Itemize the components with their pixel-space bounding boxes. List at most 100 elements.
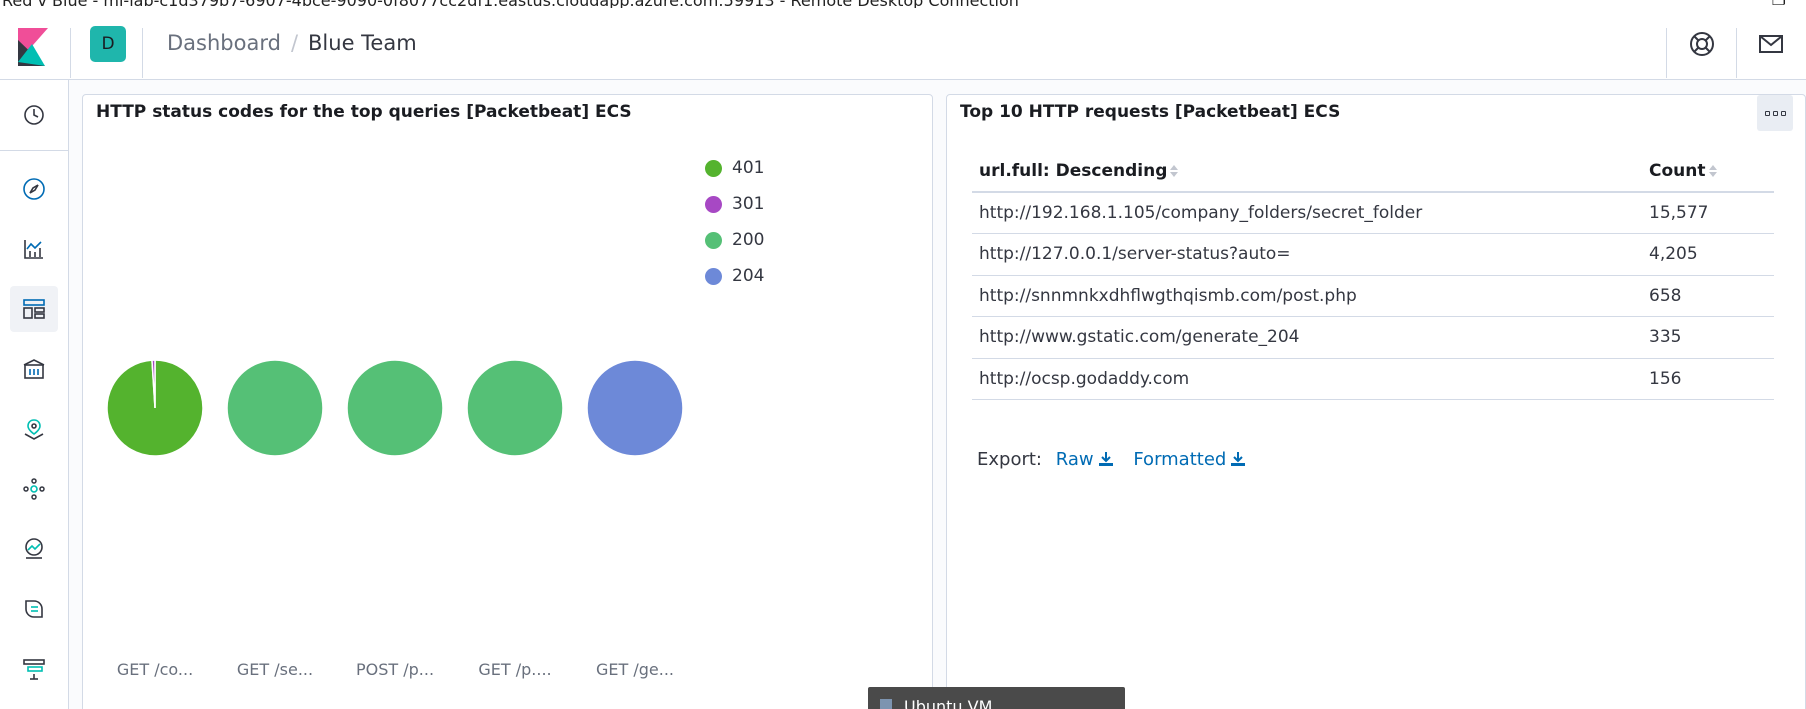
legend-label: 204 bbox=[732, 266, 765, 286]
table-header-row: url.full: Descending Count bbox=[972, 150, 1774, 193]
taskbar-preview[interactable]: Ubuntu VM bbox=[868, 687, 1125, 709]
download-icon bbox=[1098, 452, 1113, 466]
canvas-icon bbox=[23, 359, 45, 379]
header-divider bbox=[70, 28, 71, 78]
export-raw-link[interactable]: Raw bbox=[1056, 449, 1114, 470]
nav-apm[interactable] bbox=[10, 646, 58, 692]
table-row: http://ocsp.godaddy.com 156 bbox=[972, 358, 1774, 400]
pie-label: POST /p... bbox=[355, 660, 435, 679]
cell-url[interactable]: http://127.0.0.1/server-status?auto= bbox=[972, 233, 1642, 276]
pie-slice-200[interactable] bbox=[226, 359, 324, 457]
cell-count: 4,205 bbox=[1642, 233, 1774, 276]
legend-item[interactable]: 301 bbox=[705, 186, 764, 222]
rdp-title-bar: Red v Blue - ml-lab-c1d379b7-6907-4bce-9… bbox=[0, 0, 1806, 8]
rdp-title-text: Red v Blue - ml-lab-c1d379b7-6907-4bce-9… bbox=[2, 0, 1019, 8]
kibana-logo-icon[interactable] bbox=[18, 28, 50, 66]
legend-label: 200 bbox=[732, 230, 765, 250]
cell-count: 335 bbox=[1642, 316, 1774, 359]
pie-4[interactable] bbox=[466, 359, 564, 457]
legend-swatch bbox=[705, 159, 722, 177]
legend-swatch bbox=[705, 267, 722, 285]
export-formatted-link[interactable]: Formatted bbox=[1133, 449, 1246, 470]
header-divider bbox=[1736, 28, 1737, 78]
breadcrumb-dashboard[interactable]: Dashboard bbox=[167, 31, 281, 55]
requests-table: url.full: Descending Count http://192.16… bbox=[972, 150, 1774, 400]
cell-url[interactable]: http://ocsp.godaddy.com bbox=[972, 358, 1642, 400]
breadcrumb: Dashboard / Blue Team bbox=[167, 28, 417, 58]
panel-title: Top 10 HTTP requests [Packetbeat] ECS bbox=[960, 102, 1341, 122]
column-header-url[interactable]: url.full: Descending bbox=[972, 150, 1642, 193]
compass-icon bbox=[23, 178, 45, 200]
maps-icon bbox=[24, 419, 44, 440]
taskbar-preview-label: Ubuntu VM bbox=[904, 697, 993, 709]
vm-icon bbox=[880, 699, 892, 709]
pie-label: GET /se... bbox=[236, 660, 314, 679]
pie-label: GET /ge... bbox=[595, 660, 674, 679]
clock-icon bbox=[24, 105, 44, 125]
column-header-label: Count bbox=[1649, 160, 1706, 181]
sort-icon[interactable] bbox=[1169, 163, 1179, 179]
nav-visualize[interactable] bbox=[10, 226, 58, 272]
legend-swatch bbox=[705, 195, 722, 213]
nav-infrastructure[interactable] bbox=[10, 526, 58, 572]
help-icon[interactable] bbox=[1687, 29, 1717, 59]
export-bar: Export: Raw Formatted bbox=[977, 449, 1260, 470]
pie-5[interactable] bbox=[586, 359, 684, 457]
breadcrumb-current: Blue Team bbox=[308, 31, 417, 55]
nav-discover[interactable] bbox=[10, 166, 58, 212]
ml-icon bbox=[23, 478, 45, 500]
panel-options-button[interactable] bbox=[1757, 95, 1793, 131]
legend-item[interactable]: 204 bbox=[705, 258, 764, 294]
pie-label: GET /co... bbox=[116, 660, 194, 679]
sort-icon[interactable] bbox=[1708, 163, 1718, 179]
chart-legend: 401 301 200 204 bbox=[705, 150, 764, 294]
header-divider bbox=[142, 28, 143, 78]
infrastructure-icon bbox=[25, 538, 43, 559]
cell-count: 15,577 bbox=[1642, 192, 1774, 234]
pie-label: GET /p.... bbox=[478, 660, 552, 679]
legend-swatch bbox=[705, 231, 722, 249]
table-row: http://www.gstatic.com/generate_204 335 bbox=[972, 316, 1774, 359]
top-header: D Dashboard / Blue Team bbox=[0, 8, 1806, 80]
cell-url[interactable]: http://snnmnkxdhflwgthqismb.com/post.php bbox=[972, 275, 1642, 317]
table-row: http://snnmnkxdhflwgthqismb.com/post.php… bbox=[972, 275, 1774, 317]
table-row: http://192.168.1.105/company_folders/sec… bbox=[972, 192, 1774, 234]
column-header-count[interactable]: Count bbox=[1642, 150, 1774, 193]
header-divider bbox=[1666, 28, 1667, 78]
window-restore-icon[interactable]: ❐ bbox=[1772, 0, 1786, 8]
export-raw-label: Raw bbox=[1055, 449, 1094, 470]
pie-slice-204[interactable] bbox=[586, 359, 684, 457]
legend-item[interactable]: 401 bbox=[705, 150, 764, 186]
pie-slice-200[interactable] bbox=[346, 359, 444, 457]
cell-count: 156 bbox=[1642, 358, 1774, 400]
nav-logs[interactable] bbox=[10, 586, 58, 632]
pie-1[interactable] bbox=[106, 359, 204, 457]
breadcrumb-separator: / bbox=[290, 31, 299, 55]
export-formatted-label: Formatted bbox=[1133, 449, 1227, 470]
pie-slice-200[interactable] bbox=[466, 359, 564, 457]
legend-label: 401 bbox=[732, 158, 765, 178]
nav-ml[interactable] bbox=[10, 466, 58, 512]
cell-count: 658 bbox=[1642, 275, 1774, 317]
download-icon bbox=[1231, 452, 1246, 466]
visualize-icon bbox=[24, 240, 43, 259]
pie-3[interactable] bbox=[346, 359, 444, 457]
side-nav bbox=[0, 80, 69, 709]
dashboard-icon bbox=[23, 299, 45, 319]
logs-icon bbox=[25, 600, 43, 618]
cell-url[interactable]: http://www.gstatic.com/generate_204 bbox=[972, 316, 1642, 359]
nav-canvas[interactable] bbox=[10, 346, 58, 392]
newsfeed-icon[interactable] bbox=[1756, 29, 1786, 59]
space-avatar[interactable]: D bbox=[90, 26, 126, 62]
apm-icon bbox=[23, 659, 45, 680]
panel-top-http-requests: Top 10 HTTP requests [Packetbeat] ECS ur… bbox=[946, 94, 1806, 709]
nav-recently-viewed[interactable] bbox=[10, 92, 58, 138]
column-header-label: url.full: Descending bbox=[979, 160, 1168, 181]
legend-item[interactable]: 200 bbox=[705, 222, 764, 258]
nav-maps[interactable] bbox=[10, 406, 58, 452]
table-row: http://127.0.0.1/server-status?auto= 4,20… bbox=[972, 233, 1774, 276]
nav-dashboard[interactable] bbox=[10, 286, 58, 332]
pie-2[interactable] bbox=[226, 359, 324, 457]
export-label: Export: bbox=[977, 449, 1042, 470]
cell-url[interactable]: http://192.168.1.105/company_folders/sec… bbox=[972, 192, 1642, 234]
